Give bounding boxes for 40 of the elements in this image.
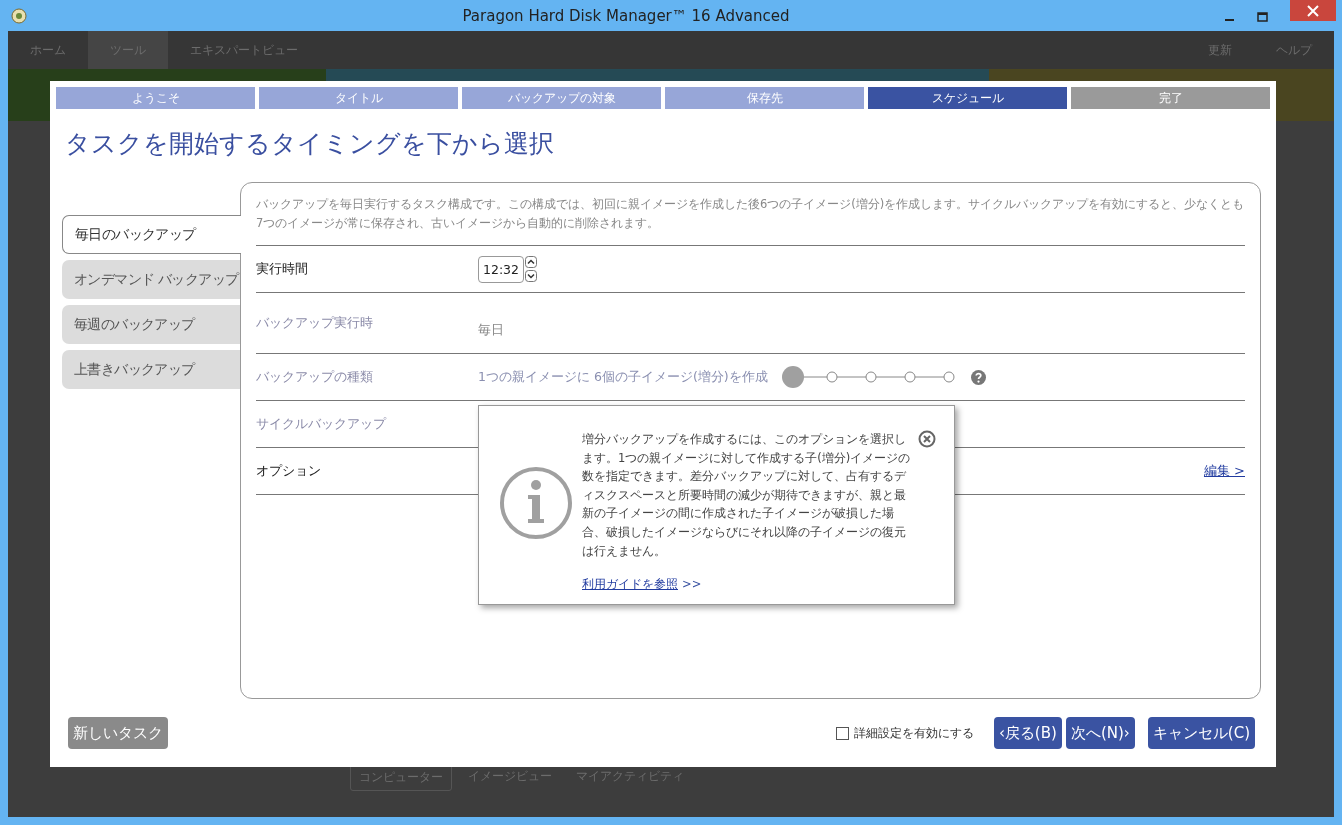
nav-button[interactable]: 次へ(N)› bbox=[1065, 717, 1135, 750]
nav-button[interactable]: キャンセル(C) bbox=[1147, 717, 1255, 750]
app-icon bbox=[11, 7, 27, 24]
checkbox-label: 詳細設定を有効にする bbox=[853, 724, 974, 742]
setting-label: 実行時間 bbox=[256, 260, 309, 278]
help-text: 増分バックアップを作成するには、このオプションを選択します。1つの親イメージに対して作成する子(増分)イメージの数を指定できます。差分バックアップに対して、占有するディスクスペースと所要時間の減少が期待できますが、親と最新の子イメージの間に作成された子イメージが破損した場合、破損したイメージならびにそれ以降の子イメージの復元は行えません。 bbox=[582, 431, 912, 560]
description: バックアップを毎日実行するタスク構成です。この構成では、初回に親イメージを作成した後6つの子イメージ(増分)を作成します。サイクルバックアップを有効にすると、少なくとも7つのイメージが常に保存され、古いイメージから自動的に削除されます。 bbox=[256, 195, 1245, 246]
time-field[interactable]: 12:32 bbox=[478, 255, 525, 283]
close-button[interactable] bbox=[1290, 0, 1336, 21]
edit-link[interactable]: 編集 > bbox=[1203, 462, 1245, 480]
link-arrows: >> bbox=[682, 577, 702, 593]
schedule-tab[interactable]: 毎週のバックアップ bbox=[62, 305, 240, 344]
schedule-tab[interactable]: オンデマンド バックアップ bbox=[62, 260, 240, 299]
help-icon[interactable] bbox=[970, 369, 986, 385]
setting-label: サイクルバックアップ bbox=[256, 415, 388, 433]
wizard-step: バックアップの対象 bbox=[462, 87, 661, 109]
wizard-step: タイトル bbox=[259, 87, 458, 109]
checkbox[interactable] bbox=[835, 726, 849, 740]
wizard-step: スケジュール bbox=[868, 87, 1067, 109]
schedule-tab[interactable]: 上書きバックアップ bbox=[62, 350, 240, 389]
info-icon bbox=[499, 466, 573, 540]
nav-button[interactable]: ‹戻る(B) bbox=[993, 717, 1062, 750]
page-heading: タスクを開始するタイミングを下から選択 bbox=[65, 128, 555, 160]
setting-label: バックアップの種類 bbox=[256, 368, 374, 386]
guide-link[interactable]: 利用ガイドを参照 bbox=[582, 577, 678, 593]
wizard-step: 保存先 bbox=[665, 87, 864, 109]
wizard-step: ようこそ bbox=[56, 87, 255, 109]
setting-label: バックアップ実行時 bbox=[256, 314, 374, 332]
setting-label: オプション bbox=[256, 462, 322, 480]
schedule-tab[interactable]: 毎日のバックアップ bbox=[62, 215, 241, 254]
step-slider[interactable] bbox=[781, 366, 957, 388]
wizard-step: 完了 bbox=[1071, 87, 1270, 109]
maximize-icon[interactable] bbox=[1257, 11, 1268, 22]
setting-value: 1つの親イメージに 6個の子イメージ(増分)を作成 bbox=[478, 368, 768, 386]
close-icon[interactable] bbox=[918, 430, 936, 448]
window-title: Paragon Hard Disk Manager™ 16 Advanced bbox=[461, 6, 791, 25]
up-arrow-icon[interactable] bbox=[525, 256, 538, 268]
new-task-button[interactable]: 新しいタスク bbox=[68, 717, 168, 750]
setting-value: 毎日 bbox=[478, 321, 504, 339]
down-arrow-icon[interactable] bbox=[525, 270, 538, 282]
